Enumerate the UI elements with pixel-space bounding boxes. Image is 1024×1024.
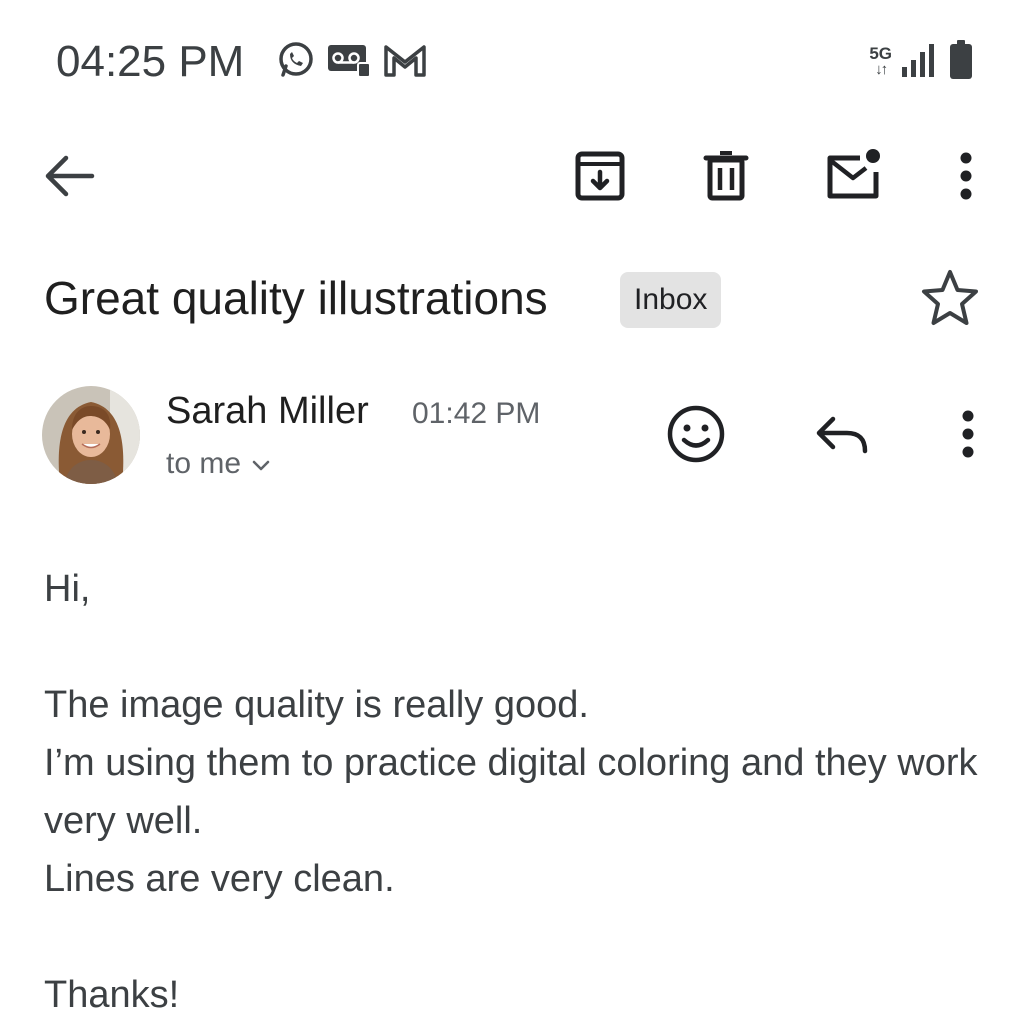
sender-avatar[interactable] [42,386,140,484]
mark-unread-button[interactable] [824,148,884,208]
add-reaction-button[interactable] [664,404,728,468]
more-vert-icon [936,404,996,469]
delete-button[interactable] [696,148,756,208]
network-type: 5G [869,44,892,63]
body-signoff: Thanks! [44,974,180,1016]
recipient-details-toggle[interactable]: to me [166,446,271,482]
archive-icon [572,148,628,209]
emoji-icon [665,403,727,470]
star-button[interactable] [918,266,982,330]
inbox-label-chip[interactable]: Inbox [620,272,722,328]
message-more-button[interactable] [934,404,998,468]
gmail-icon [382,41,428,84]
email-subject: Great quality illustrations [44,272,548,324]
back-button[interactable] [40,148,100,208]
battery-icon [948,39,974,86]
reply-button[interactable] [810,404,874,468]
arrow-left-icon [40,146,100,211]
sender-name[interactable]: Sarah Miller [166,388,369,434]
more-vert-icon [936,146,996,211]
status-time: 04:25 PM [56,37,245,86]
body-line: The image quality is really good. [44,684,589,726]
archive-button[interactable] [570,148,630,208]
star-icon [918,270,982,334]
trash-icon [698,148,754,209]
signal-icon [900,41,940,84]
reply-icon [811,403,873,470]
mail-unread-icon [822,146,886,211]
status-right: 5G ↓↑ [869,38,974,86]
network-arrows: ↓↑ [875,61,888,78]
sent-time: 01:42 PM [412,397,541,430]
body-line: Lines are very clean. [44,858,395,900]
body-greeting: Hi, [44,568,91,610]
body-line: I’m using them to practice digital color… [44,742,978,842]
recipient-text: to me [166,447,242,480]
notification-icons [276,40,428,84]
email-body: Hi, The image quality is really good. I’… [44,560,994,1024]
whatsapp-icon [276,40,316,85]
chevron-down-icon [251,446,271,482]
network-indicator: 5G ↓↑ [869,44,892,78]
voicemail-icon [326,41,372,84]
more-options-button[interactable] [936,148,996,208]
